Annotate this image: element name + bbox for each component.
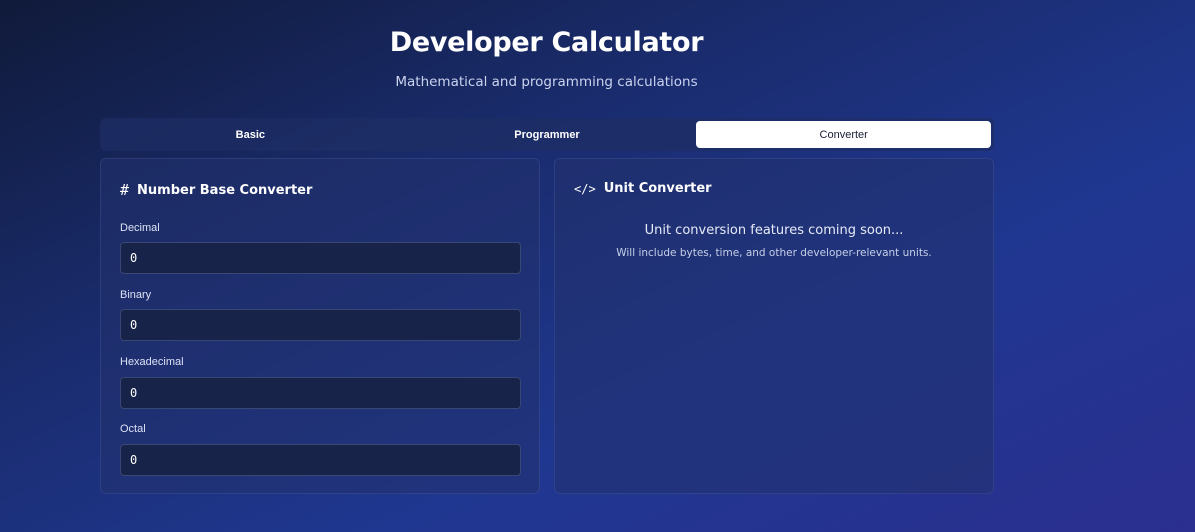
- unit-converter-card: </> Unit Converter Unit conversion featu…: [554, 158, 994, 494]
- decimal-input[interactable]: [120, 242, 521, 274]
- hexadecimal-input[interactable]: [120, 377, 521, 409]
- decimal-label: Decimal: [120, 222, 160, 234]
- number-base-converter-title: Number Base Converter: [137, 182, 313, 198]
- octal-input[interactable]: [120, 444, 521, 476]
- tab-basic[interactable]: Basic: [103, 121, 398, 148]
- number-base-converter-header: # Number Base Converter: [120, 181, 312, 199]
- code-icon: </>: [574, 181, 596, 196]
- octal-label: Octal: [120, 423, 146, 435]
- tab-programmer[interactable]: Programmer: [400, 121, 695, 148]
- unit-converter-message: Unit conversion features coming soon...: [644, 223, 904, 238]
- hash-icon: #: [120, 181, 130, 199]
- page-header: Developer Calculator Mathematical and pr…: [0, 0, 1093, 90]
- page-subtitle: Mathematical and programming calculation…: [395, 74, 698, 90]
- page-title: Developer Calculator: [389, 27, 704, 58]
- binary-input[interactable]: [120, 309, 521, 341]
- tab-converter[interactable]: Converter: [696, 121, 992, 148]
- unit-converter-submessage: Will include bytes, time, and other deve…: [616, 247, 932, 259]
- unit-converter-header: </> Unit Converter: [574, 181, 712, 196]
- unit-converter-title: Unit Converter: [603, 181, 712, 196]
- hexadecimal-label: Hexadecimal: [120, 356, 184, 368]
- calculator-tabs: Basic Programmer Converter: [100, 118, 994, 151]
- number-base-converter-card: # Number Base Converter Decimal Binary H…: [100, 158, 540, 494]
- binary-label: Binary: [120, 289, 152, 301]
